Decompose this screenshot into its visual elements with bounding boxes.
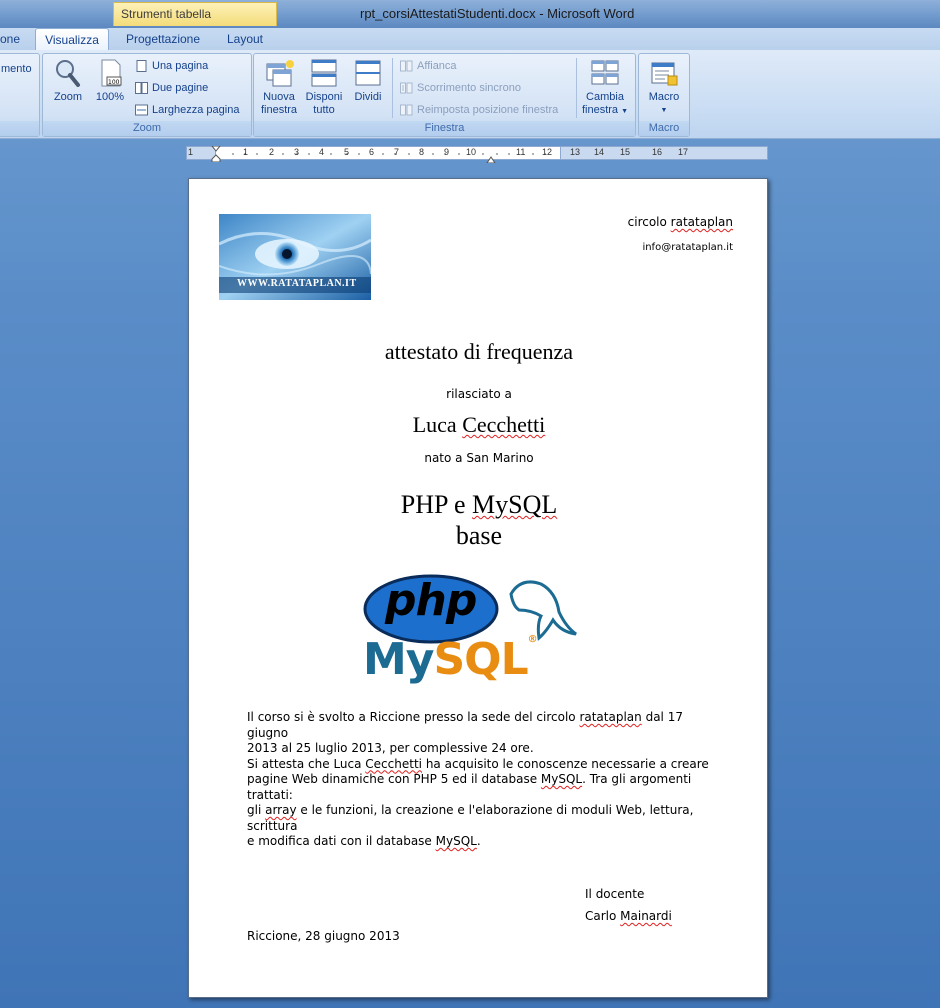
zoom-button[interactable]: Zoom xyxy=(49,58,87,104)
macro-group-label: Macro xyxy=(639,121,689,136)
ribbon-group-window: Nuova finestra Disponi tutto Dividi Affi… xyxy=(253,53,636,137)
svg-text:100: 100 xyxy=(108,79,120,86)
split-icon xyxy=(353,58,383,88)
macro-label: Macro xyxy=(648,91,680,103)
course-title: PHP e MySQL base xyxy=(189,489,769,551)
ribbon-group-partial: mento xyxy=(0,53,40,137)
certificate-body: Il corso si è svolto a Riccione presso l… xyxy=(247,710,727,850)
body-line-2: 2013 al 25 luglio 2013, per complessive … xyxy=(247,741,534,755)
student-name: Luca Cecchetti xyxy=(189,412,769,438)
title-bar: Strumenti tabella rpt_corsiAttestatiStud… xyxy=(0,0,940,28)
partial-button[interactable]: mento xyxy=(1,60,32,78)
course-title-part: PHP e xyxy=(400,490,473,519)
reset-position-label: Reimposta posizione finestra xyxy=(417,104,559,116)
two-pages-button[interactable]: Due pagine xyxy=(135,79,208,97)
zoom-group-label: Zoom xyxy=(43,121,251,136)
reset-position-icon xyxy=(400,104,413,116)
one-page-button[interactable]: Una pagina xyxy=(135,57,208,75)
zoom-100-label: 100% xyxy=(95,91,125,103)
new-window-icon xyxy=(264,58,294,88)
switch-window-icon xyxy=(590,58,620,88)
side-by-side-button[interactable]: Affianca xyxy=(400,57,457,75)
teacher-label: Il docente xyxy=(585,887,645,901)
new-window-label-1: Nuova xyxy=(263,91,295,103)
zoom-100-button[interactable]: 100 100% xyxy=(91,58,129,104)
page-width-button[interactable]: Larghezza pagina xyxy=(135,101,239,119)
ribbon: mento Zoom 100 100% Una pagina Due pagin… xyxy=(0,50,940,139)
sync-scroll-button[interactable]: Scorrimento sincrono xyxy=(400,79,521,97)
mysql-logo-text: MySQL® xyxy=(363,634,538,685)
arrange-all-label-2: tutto xyxy=(313,104,335,116)
body-line-6: e modifica dati con il database MySQL. xyxy=(247,834,481,848)
new-window-label-2: finestra xyxy=(260,104,298,116)
arrange-all-icon xyxy=(309,58,339,88)
two-pages-label: Due pagine xyxy=(152,82,209,94)
one-page-label: Una pagina xyxy=(152,60,209,72)
split-label: Dividi xyxy=(354,91,382,103)
side-by-side-icon xyxy=(400,60,413,72)
tab-visualizza[interactable]: Visualizza xyxy=(35,28,109,51)
switch-window-button[interactable]: Cambia finestra ▼ xyxy=(580,58,630,118)
logo-text: WWW.RATATAPLAN.IT xyxy=(237,278,357,289)
teacher-name: Carlo Mainardi xyxy=(585,909,672,923)
two-pages-icon xyxy=(135,82,148,95)
arrange-all-button[interactable]: Disponi tutto xyxy=(302,58,346,117)
tab-progettazione[interactable]: Progettazione xyxy=(114,28,212,50)
divider xyxy=(392,58,393,118)
php-mysql-logo: php MySQL® xyxy=(361,572,583,690)
student-first-name: Luca xyxy=(412,412,457,437)
body-line-4: pagine Web dinamiche con PHP 5 ed il dat… xyxy=(247,772,692,802)
new-window-button[interactable]: Nuova finestra xyxy=(258,58,300,117)
switch-window-label-1: Cambia xyxy=(586,91,624,103)
student-last-name: Cecchetti xyxy=(462,412,546,437)
page-100-icon: 100 xyxy=(95,58,125,88)
dropdown-arrow-icon: ▼ xyxy=(621,108,629,115)
sync-scroll-label: Scorrimento sincrono xyxy=(417,82,521,94)
sync-scroll-icon xyxy=(400,82,413,94)
magnifier-icon xyxy=(53,58,83,88)
ratataplan-logo: WWW.RATATAPLAN.IT xyxy=(219,214,371,300)
org-email: info@ratataplan.it xyxy=(642,242,733,253)
divider xyxy=(576,58,577,118)
tab-stop-marker-icon[interactable] xyxy=(486,150,496,164)
php-logo-text: php xyxy=(385,575,477,626)
tab-layout[interactable]: Layout xyxy=(218,28,272,50)
arrange-all-label-1: Disponi xyxy=(305,91,343,103)
course-title-mysql: MySQL xyxy=(472,490,558,519)
certificate-heading: attestato di frequenza xyxy=(384,339,574,364)
ribbon-tabs: one Visualizza Progettazione Layout xyxy=(0,28,940,51)
page-width-icon xyxy=(135,104,148,116)
document-page[interactable]: WWW.RATATAPLAN.IT circolo ratataplan inf… xyxy=(188,178,768,998)
course-level: base xyxy=(455,521,503,550)
split-button[interactable]: Dividi xyxy=(350,58,386,104)
ruler-margin-right xyxy=(560,146,768,160)
one-page-icon xyxy=(135,60,148,73)
side-by-side-label: Affianca xyxy=(417,60,457,72)
dropdown-arrow-icon: ▼ xyxy=(660,107,668,114)
indent-marker-icon[interactable] xyxy=(210,145,222,163)
reset-position-button[interactable]: Reimposta posizione finestra xyxy=(400,101,558,119)
macro-button[interactable]: Macro ▼ xyxy=(643,58,685,117)
context-tab-label: Strumenti tabella xyxy=(113,2,277,26)
body-line-1: Il corso si è svolto a Riccione presso l… xyxy=(247,710,683,740)
issued-to-label: rilasciato a xyxy=(446,387,512,401)
place-date: Riccione, 28 giugno 2013 xyxy=(247,929,400,943)
window-group-label: Finestra xyxy=(254,121,635,136)
page-width-label: Larghezza pagina xyxy=(152,104,240,116)
ribbon-group-zoom: Zoom 100 100% Una pagina Due pagine Larg… xyxy=(42,53,252,137)
body-line-5: gli array e le funzioni, la creazione e … xyxy=(247,803,694,833)
ribbon-group-macro: Macro ▼ Macro xyxy=(638,53,690,137)
birthplace: nato a San Marino xyxy=(424,451,534,465)
zoom-label: Zoom xyxy=(53,91,83,103)
switch-window-label-2: finestra xyxy=(581,104,619,116)
body-line-3: Si attesta che Luca Cecchetti ha acquisi… xyxy=(247,756,709,771)
window-title: rpt_corsiAttestatiStudenti.docx - Micros… xyxy=(360,6,635,21)
tab-home-partial[interactable]: one xyxy=(0,28,26,50)
org-name: circolo ratataplan xyxy=(627,215,733,229)
macro-icon xyxy=(649,58,679,88)
